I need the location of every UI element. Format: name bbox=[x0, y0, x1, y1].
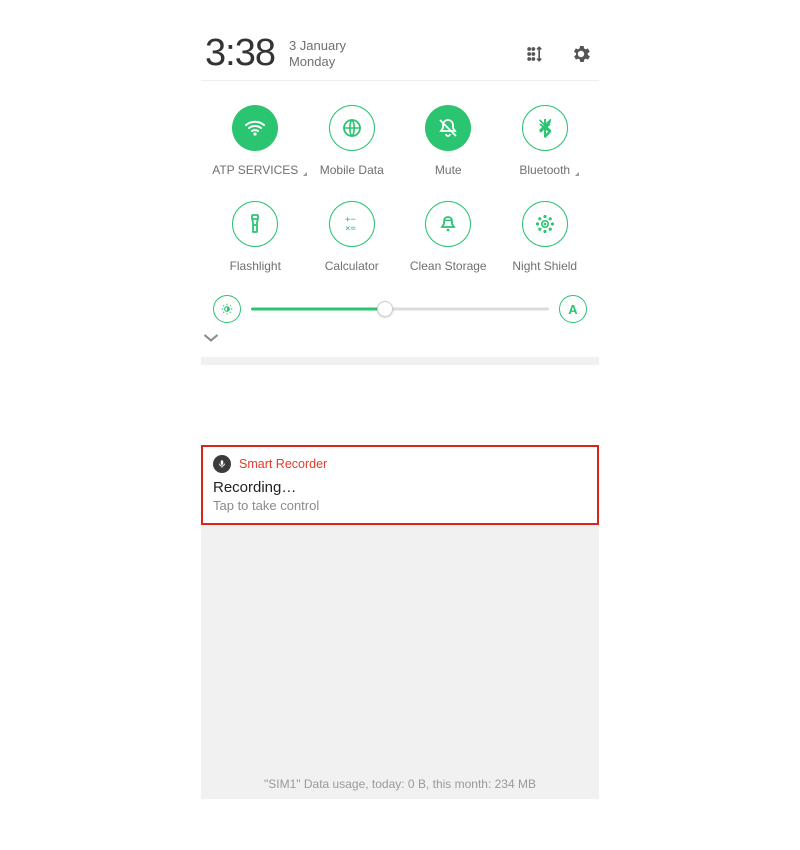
date-block: 3 January Monday bbox=[289, 38, 346, 71]
clean-bell-icon bbox=[425, 201, 471, 247]
date-line-1: 3 January bbox=[289, 38, 346, 54]
tile-label: Night Shield bbox=[512, 259, 577, 273]
mute-bell-icon bbox=[425, 105, 471, 151]
quick-tile-mute-bell[interactable]: Mute bbox=[402, 105, 494, 179]
brightness-slider[interactable] bbox=[251, 299, 549, 319]
tile-label: Bluetooth bbox=[519, 163, 570, 177]
globe-icon bbox=[329, 105, 375, 151]
calculator-icon bbox=[329, 201, 375, 247]
auto-brightness-button[interactable]: A bbox=[559, 295, 587, 323]
tile-label: Clean Storage bbox=[410, 259, 487, 273]
status-header: 3:38 3 January Monday bbox=[201, 30, 599, 81]
clock-time: 3:38 bbox=[205, 34, 275, 72]
quick-tile-globe[interactable]: Mobile Data bbox=[306, 105, 398, 179]
quick-tile-bluetooth[interactable]: Bluetooth bbox=[499, 105, 591, 179]
night-sun-icon bbox=[522, 201, 568, 247]
quick-tile-calculator[interactable]: Calculator bbox=[306, 201, 398, 275]
bluetooth-icon bbox=[522, 105, 568, 151]
quick-tile-night-sun[interactable]: Night Shield bbox=[499, 201, 591, 275]
microphone-icon bbox=[213, 455, 231, 473]
tile-label: Calculator bbox=[325, 259, 379, 273]
brightness-row: A bbox=[201, 289, 599, 327]
quick-tile-wifi[interactable]: ATP SERVICES bbox=[209, 105, 301, 179]
brightness-icon bbox=[213, 295, 241, 323]
notification-app-name: Smart Recorder bbox=[239, 457, 327, 471]
settings-gear-icon[interactable] bbox=[567, 40, 595, 68]
quick-tile-clean-bell[interactable]: Clean Storage bbox=[402, 201, 494, 275]
notification-title: Recording… bbox=[213, 479, 587, 496]
expand-chevron-icon[interactable] bbox=[201, 327, 599, 355]
tile-label: Flashlight bbox=[230, 259, 281, 273]
data-usage-footer: "SIM1" Data usage, today: 0 B, this mont… bbox=[201, 777, 599, 791]
quick-tile-flashlight[interactable]: Flashlight bbox=[209, 201, 301, 275]
notification-subtitle: Tap to take control bbox=[213, 498, 587, 513]
notification-shade: Smart Recorder Recording… Tap to take co… bbox=[201, 445, 599, 799]
quick-settings-panel: 3:38 3 January Monday ATP SERVICES Mobile… bbox=[201, 30, 599, 365]
tile-label: ATP SERVICES bbox=[212, 163, 298, 177]
tile-label: Mobile Data bbox=[320, 163, 384, 177]
flashlight-icon bbox=[232, 201, 278, 247]
quick-tiles-grid: ATP SERVICES Mobile Data Mute Bluetooth Flas… bbox=[201, 81, 599, 289]
date-line-2: Monday bbox=[289, 54, 346, 70]
wifi-icon bbox=[232, 105, 278, 151]
panel-bottom-bar bbox=[201, 357, 599, 365]
reorder-icon[interactable] bbox=[521, 40, 549, 68]
tile-label: Mute bbox=[435, 163, 462, 177]
notification-card[interactable]: Smart Recorder Recording… Tap to take co… bbox=[201, 445, 599, 525]
